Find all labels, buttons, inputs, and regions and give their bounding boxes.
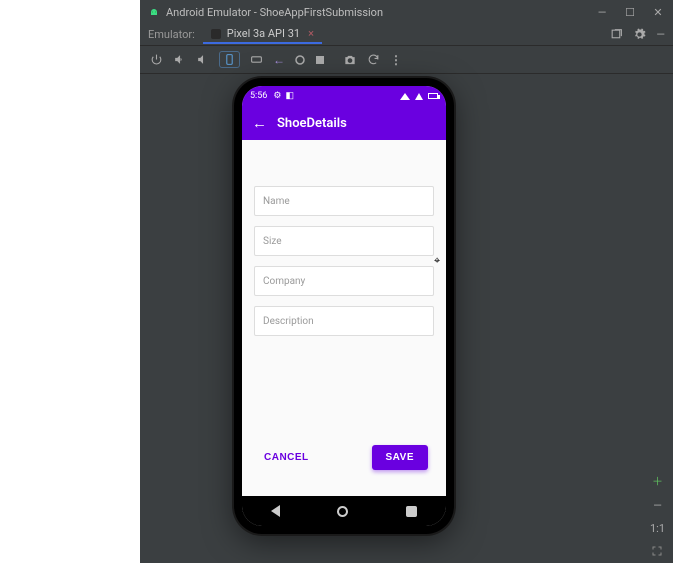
description-placeholder: Description (263, 316, 314, 327)
wifi-icon (415, 93, 423, 100)
form-content: Name Size Company Description CANCEL SAV… (242, 140, 446, 496)
description-field[interactable]: Description (254, 306, 434, 336)
signal-icon (400, 93, 410, 100)
device-icon (211, 29, 221, 39)
cancel-button[interactable]: CANCEL (260, 446, 313, 469)
open-new-window-icon[interactable] (610, 28, 623, 41)
nav-overview-icon[interactable] (406, 506, 417, 517)
device-frame: 5:56 ⚙ ◧ ← ShoeDetails Name (234, 78, 454, 534)
volume-up-icon[interactable] (173, 53, 186, 66)
maximize-button[interactable]: ☐ (623, 6, 637, 19)
status-settings-icon: ⚙ (273, 91, 281, 101)
tab-bar: Emulator: Pixel 3a API 31 × — (140, 24, 673, 46)
android-nav-bar (242, 496, 446, 526)
window-title: Android Emulator - ShoeAppFirstSubmissio… (166, 6, 581, 19)
record-reload-icon[interactable] (367, 53, 380, 66)
name-field[interactable]: Name (254, 186, 434, 216)
zoom-controls: ＋ — 1:1 (650, 473, 665, 557)
android-status-bar: 5:56 ⚙ ◧ (242, 86, 446, 106)
status-time: 5:56 (250, 91, 267, 101)
minimize-button[interactable]: — (595, 6, 609, 19)
back-arrow-icon[interactable]: ← (273, 53, 285, 67)
appbar-title: ShoeDetails (277, 116, 347, 131)
company-placeholder: Company (263, 276, 305, 287)
zoom-reset-label[interactable]: 1:1 (650, 522, 665, 535)
status-debug-icon: ◧ (285, 91, 294, 101)
nav-back-icon[interactable] (271, 505, 280, 517)
hide-panel-icon[interactable]: — (656, 28, 665, 41)
form-actions: CANCEL SAVE (254, 445, 434, 496)
rotate-right-icon[interactable] (250, 53, 263, 66)
more-icon[interactable]: ⋮ (390, 53, 402, 67)
emulator-toolbar: ← ⋮ (140, 46, 673, 74)
emulator-tool-window: Android Emulator - ShoeAppFirstSubmissio… (140, 0, 673, 563)
save-button[interactable]: SAVE (372, 445, 429, 470)
nav-home-icon[interactable] (337, 506, 348, 517)
zoom-out-icon[interactable]: — (653, 499, 662, 512)
company-field[interactable]: Company (254, 266, 434, 296)
size-field[interactable]: Size (254, 226, 434, 256)
zoom-in-icon[interactable]: ＋ (652, 473, 663, 489)
device-screen[interactable]: 5:56 ⚙ ◧ ← ShoeDetails Name (242, 86, 446, 526)
screenshot-icon[interactable] (343, 53, 357, 67)
app-bar: ← ShoeDetails (242, 106, 446, 140)
window-close-button[interactable]: ✕ (651, 6, 665, 19)
power-icon[interactable] (150, 53, 163, 66)
rotate-left-icon[interactable] (219, 51, 240, 68)
battery-icon (428, 93, 438, 99)
close-tab-icon[interactable]: × (308, 27, 314, 40)
size-placeholder: Size (263, 236, 282, 247)
fit-screen-icon[interactable] (651, 545, 663, 557)
emulator-stage: 5:56 ⚙ ◧ ← ShoeDetails Name (140, 74, 673, 563)
name-placeholder: Name (263, 196, 290, 207)
emulator-label: Emulator: (148, 28, 195, 41)
panel-settings-icon[interactable] (633, 28, 646, 41)
back-icon[interactable]: ← (252, 116, 267, 131)
titlebar: Android Emulator - ShoeAppFirstSubmissio… (140, 0, 673, 24)
device-tab-label: Pixel 3a API 31 (227, 27, 300, 40)
device-tab[interactable]: Pixel 3a API 31 × (203, 25, 322, 44)
home-dot-icon[interactable] (295, 55, 305, 65)
volume-down-icon[interactable] (196, 53, 209, 66)
android-icon (148, 6, 160, 18)
overview-square-icon[interactable] (315, 55, 325, 65)
